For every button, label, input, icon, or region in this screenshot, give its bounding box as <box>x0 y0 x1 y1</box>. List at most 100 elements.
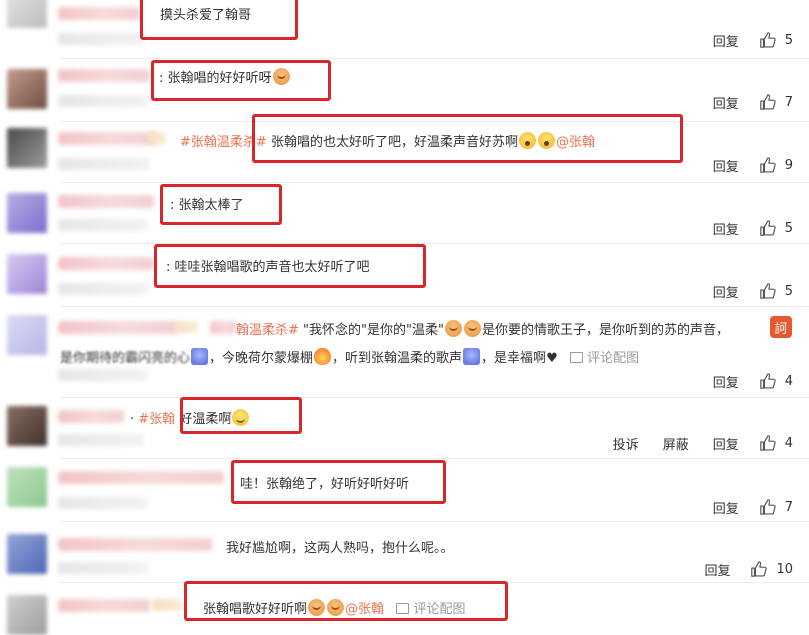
username[interactable] <box>58 132 158 145</box>
reply-button[interactable]: 回复 <box>713 31 739 50</box>
avatar[interactable] <box>7 534 47 574</box>
chat-badge-icon: 訶 <box>770 316 792 338</box>
avatar[interactable] <box>7 406 47 446</box>
comment-actions: 回复 7 <box>701 497 793 517</box>
comment-actions: 回复 5 <box>701 30 793 50</box>
reply-button[interactable]: 回复 <box>713 498 739 517</box>
like-button[interactable]: 4 <box>759 434 793 452</box>
reply-button[interactable]: 回复 <box>713 372 739 391</box>
avatar[interactable] <box>7 128 47 168</box>
reply-button[interactable]: 回复 <box>713 282 739 301</box>
avatar[interactable] <box>7 254 47 294</box>
block-button[interactable]: 屏蔽 <box>663 434 689 453</box>
reply-button[interactable]: 回复 <box>713 219 739 238</box>
username[interactable] <box>58 599 150 612</box>
report-button[interactable]: 投诉 <box>613 434 639 453</box>
like-button[interactable]: 5 <box>759 219 793 237</box>
thumbs-up-icon <box>759 32 776 48</box>
comment-3: #张翰温柔杀# 张翰唱的也太好听了吧，好温柔声音好苏啊 @张翰 回复 9 <box>0 114 809 182</box>
avatar[interactable] <box>7 315 47 355</box>
comment-actions: 回复 9 <box>701 155 793 175</box>
image-icon <box>570 352 584 363</box>
comment-meta <box>58 219 148 231</box>
comment-actions: 回复 7 <box>701 92 793 112</box>
like-button[interactable]: 5 <box>759 282 793 300</box>
hug-icon <box>463 320 481 337</box>
comment-image-link[interactable]: 评论配图 <box>570 351 639 366</box>
like-count: 5 <box>784 283 793 299</box>
comment-meta <box>58 369 148 381</box>
hug-icon <box>444 320 462 337</box>
highlight-box <box>154 244 426 288</box>
topic-link[interactable]: #张翰 <box>138 412 175 427</box>
like-count: 7 <box>784 94 793 110</box>
username[interactable] <box>58 7 140 20</box>
music-note-icon <box>463 348 481 365</box>
avatar[interactable] <box>7 193 47 233</box>
comment-text-line2: 是你期待的霸闪亮的心 ，今晚荷尔蒙爆棚 ，听到张翰温柔的歌声 ，是幸福啊♥ 评论配图 <box>60 347 639 366</box>
user-badge <box>152 599 182 611</box>
topic-link[interactable]: 翰温柔杀# <box>236 323 299 338</box>
like-button[interactable]: 7 <box>759 498 793 516</box>
user-badge <box>148 132 166 144</box>
like-count: 5 <box>784 32 793 48</box>
highlight-box <box>184 581 508 621</box>
comment-2: : 张翰唱的好好听呀 回复 7 <box>0 59 809 121</box>
avatar[interactable] <box>7 467 47 507</box>
thumbs-up-icon <box>759 499 776 515</box>
reply-button[interactable]: 回复 <box>713 93 739 112</box>
username[interactable] <box>58 410 124 423</box>
topic-blurred <box>210 321 236 334</box>
comment-meta <box>58 434 144 446</box>
like-count: 4 <box>784 435 793 451</box>
highlight-box <box>160 184 282 225</box>
reply-button[interactable]: 回复 <box>704 560 730 579</box>
comment-actions: 回复 4 <box>701 371 793 391</box>
like-count: 9 <box>784 157 793 173</box>
like-button[interactable]: 9 <box>759 156 793 174</box>
comment-meta <box>58 158 150 170</box>
like-button[interactable]: 10 <box>750 560 793 578</box>
username[interactable] <box>58 69 150 82</box>
comment-meta <box>58 33 144 45</box>
highlight-box <box>231 460 446 504</box>
comment-meta <box>58 95 148 107</box>
sparkle-icon <box>191 348 209 365</box>
comment-meta <box>58 562 148 574</box>
username[interactable] <box>58 538 212 551</box>
comment-actions: 回复 10 <box>692 559 793 579</box>
avatar[interactable] <box>7 0 47 28</box>
like-button[interactable]: 4 <box>759 372 793 390</box>
like-count: 5 <box>784 220 793 236</box>
avatar[interactable] <box>7 69 47 109</box>
username[interactable] <box>58 257 154 270</box>
username[interactable] <box>58 321 178 334</box>
comment-actions: 回复 5 <box>701 281 793 301</box>
like-button[interactable]: 7 <box>759 93 793 111</box>
username[interactable] <box>58 195 154 208</box>
highlight-box <box>180 397 302 434</box>
comment-7: · #张翰 好温柔啊 投诉 屏蔽 回复 4 <box>0 397 809 458</box>
reply-button[interactable]: 回复 <box>713 434 739 453</box>
username[interactable] <box>58 471 224 484</box>
comment-9: 我好尴尬啊，这两人熟吗，抱什么呢。。 回复 10 <box>0 522 809 582</box>
like-count: 10 <box>776 561 793 577</box>
like-button[interactable]: 5 <box>759 31 793 49</box>
reply-button[interactable]: 回复 <box>713 156 739 175</box>
thumbs-up-icon <box>751 561 768 577</box>
avatar[interactable] <box>7 595 47 635</box>
fire-icon <box>314 348 332 365</box>
highlight-box <box>252 114 683 163</box>
comment-actions: 投诉 屏蔽 回复 4 <box>601 433 793 453</box>
comment-text-line1: 翰温柔杀# "我怀念的"是你的"温柔" 是你要的情歌王子，是你听到的苏的声音， <box>236 319 729 338</box>
highlight-box <box>140 0 298 40</box>
thumbs-up-icon <box>759 94 776 110</box>
like-count: 4 <box>784 373 793 389</box>
thumbs-up-icon <box>759 220 776 236</box>
user-badge <box>176 321 198 333</box>
comment-10: 张翰唱歌好好听啊 @张翰 评论配图 <box>0 581 809 635</box>
thumbs-up-icon <box>759 435 776 451</box>
thumbs-up-icon <box>759 283 776 299</box>
comment-meta <box>58 497 148 509</box>
comment-6: 翰温柔杀# "我怀念的"是你的"温柔" 是你要的情歌王子，是你听到的苏的声音， 訶… <box>0 307 809 397</box>
